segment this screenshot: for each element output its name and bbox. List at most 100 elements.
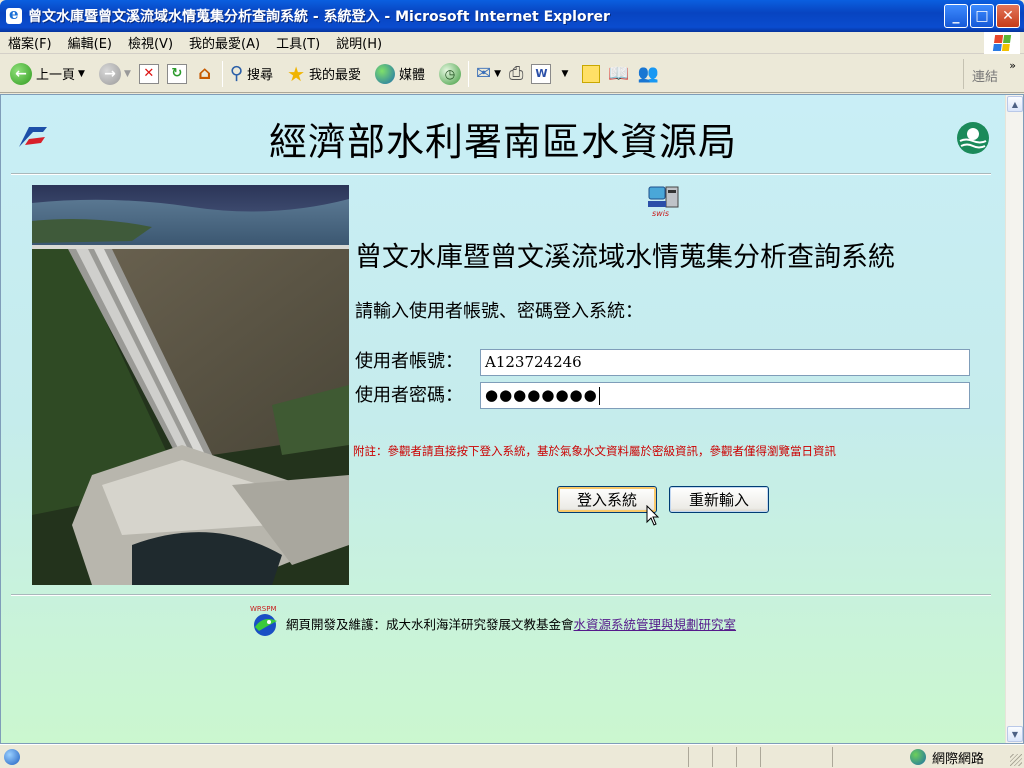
swis-caption: swis <box>652 209 669 218</box>
messenger-button[interactable]: 👥 <box>634 58 663 90</box>
toolbar-separator <box>221 60 223 87</box>
status-bar: 網際網路 <box>0 744 1024 768</box>
footer: WRSPM 網頁開發及維護：成大水利海洋研究發展文教基金會水資源系統管理與規劃研… <box>249 603 736 637</box>
menu-bar: 檔案(F) 編輯(E) 檢視(V) 我的最愛(A) 工具(T) 說明(H) <box>0 32 1024 54</box>
web-page: 經濟部水利署南區水資源局 swis 曾文水庫暨曾文溪流域水情蒐集分析查詢系統 請… <box>1 95 1005 743</box>
system-title: 曾文水庫暨曾文溪流域水情蒐集分析查詢系統 <box>355 242 895 273</box>
links-separator <box>963 59 964 89</box>
mail-icon: ✉ <box>476 63 492 84</box>
password-value: ●●●●●●●● <box>485 386 598 404</box>
menu-help[interactable]: 說明(H) <box>328 33 390 52</box>
header-divider <box>11 173 991 175</box>
status-panel-divider <box>688 747 689 767</box>
menu-file[interactable]: 檔案(F) <box>0 33 60 52</box>
back-label: 上一頁 <box>36 68 76 83</box>
scroll-down-icon[interactable]: ▼ <box>1007 726 1023 742</box>
login-button[interactable]: 登入系統 <box>557 486 657 513</box>
favorites-label: 我的最愛 <box>309 68 362 83</box>
lab-link[interactable]: 水資源系統管理與規劃研究室 <box>574 617 737 632</box>
history-button[interactable]: ◷ <box>435 58 465 90</box>
forward-button[interactable]: → ▼ <box>95 58 135 90</box>
history-icon: ◷ <box>439 62 462 85</box>
back-dropdown-icon[interactable]: ▼ <box>78 69 85 79</box>
vertical-scrollbar[interactable]: ▲ ▼ <box>1005 95 1023 743</box>
status-panel-divider <box>712 747 713 767</box>
browser-viewport: 經濟部水利署南區水資源局 swis 曾文水庫暨曾文溪流域水情蒐集分析查詢系統 請… <box>0 94 1024 744</box>
windows-logo-icon <box>984 32 1020 54</box>
media-label: 媒體 <box>399 68 426 83</box>
window-controls: _ □ ✕ <box>944 4 1020 28</box>
home-button[interactable]: ⌂ <box>191 58 219 90</box>
links-label[interactable]: 連結 <box>972 66 998 85</box>
links-chevron-icon[interactable]: » <box>1009 59 1016 72</box>
password-label: 使用者密碼： <box>355 385 463 406</box>
org-title: 經濟部水利署南區水資源局 <box>268 120 737 164</box>
window-title-bar[interactable]: 曾文水庫暨曾文溪流域水情蒐集分析查詢系統 - 系統登入 - Microsoft … <box>0 0 1024 32</box>
minimize-button[interactable]: _ <box>944 4 968 28</box>
word-icon: W <box>531 63 552 84</box>
status-panel-divider <box>832 747 833 767</box>
favorites-button[interactable]: ★ 我的最愛 <box>283 58 365 90</box>
research-button[interactable]: 📖 <box>604 58 633 90</box>
visitor-note: 附註：參觀者請直接按下登入系統，基於氣象水文資料屬於密級資訊，參觀者僅得瀏覽當日… <box>353 444 836 458</box>
close-button[interactable]: ✕ <box>996 4 1020 28</box>
menu-edit[interactable]: 編輯(E) <box>60 33 120 52</box>
login-instruction: 請輸入使用者帳號、密碼登入系統： <box>355 301 643 322</box>
research-icon: 📖 <box>608 63 630 84</box>
status-panel-divider <box>736 747 737 767</box>
print-button[interactable]: ⎙ <box>505 58 527 90</box>
window-title: 曾文水庫暨曾文溪流域水情蒐集分析查詢系統 - 系統登入 - Microsoft … <box>28 9 610 25</box>
scroll-up-icon[interactable]: ▲ <box>1007 96 1023 112</box>
back-button[interactable]: ← 上一頁 ▼ <box>6 58 89 90</box>
dam-photo <box>32 185 349 585</box>
mail-dropdown-icon[interactable]: ▼ <box>494 69 501 79</box>
menu-tools[interactable]: 工具(T) <box>268 33 328 52</box>
mouse-pointer-icon <box>646 505 660 526</box>
media-globe-icon <box>375 63 396 84</box>
printer-icon: ⎙ <box>509 63 524 84</box>
messenger-icon: 👥 <box>637 63 659 84</box>
username-value: A123724246 <box>485 353 582 371</box>
mail-button[interactable]: ✉ ▼ <box>472 58 505 90</box>
reset-button[interactable]: 重新輸入 <box>669 486 769 513</box>
menu-favorites[interactable]: 我的最愛(A) <box>181 33 268 52</box>
footer-maintainer: 網頁開發及維護：成大水利海洋研究發展文教基金會 <box>286 617 574 632</box>
search-label: 搜尋 <box>247 68 274 83</box>
maximize-button[interactable]: □ <box>970 4 994 28</box>
toolbar: ← 上一頁 ▼ → ▼ ✕ ↻ ⌂ ⚲ 搜尋 ★ 我的最愛 媒體 ◷ ✉ ▼ ⎙… <box>0 55 1024 93</box>
discuss-button[interactable] <box>578 58 604 90</box>
note-icon <box>582 64 601 83</box>
media-button[interactable]: 媒體 <box>371 58 429 90</box>
ie-icon <box>6 5 22 24</box>
footer-divider <box>11 594 991 596</box>
swis-computer-icon: swis <box>648 186 679 218</box>
forward-arrow-icon: → <box>98 62 121 85</box>
star-icon: ★ <box>287 61 305 86</box>
security-zone[interactable]: 網際網路 <box>909 747 984 767</box>
username-label: 使用者帳號： <box>355 351 463 372</box>
stop-button[interactable]: ✕ <box>135 58 163 90</box>
zone-label: 網際網路 <box>931 751 984 767</box>
toolbar-separator <box>468 60 470 87</box>
menu-view[interactable]: 檢視(V) <box>120 33 181 52</box>
search-button[interactable]: ⚲ 搜尋 <box>226 58 277 90</box>
internet-globe-icon <box>909 749 926 765</box>
page-status-icon <box>4 748 20 765</box>
edit-dropdown-icon[interactable]: ▼ <box>561 69 568 79</box>
password-input[interactable]: ●●●●●●●● <box>480 382 970 409</box>
refresh-button[interactable]: ↻ <box>163 58 191 90</box>
wrspm-caption: WRSPM <box>250 605 277 613</box>
back-arrow-icon: ← <box>10 62 32 85</box>
footer-text: 網頁開發及維護：成大水利海洋研究發展文教基金會水資源系統管理與規劃研究室 <box>286 614 736 633</box>
stop-icon: ✕ <box>138 63 159 84</box>
edit-button[interactable]: W ▼ <box>527 58 572 90</box>
username-input[interactable]: A123724246 <box>480 349 970 376</box>
home-icon: ⌂ <box>198 63 212 84</box>
forward-dropdown-icon[interactable]: ▼ <box>124 69 131 79</box>
refresh-icon: ↻ <box>166 63 187 84</box>
status-panel-divider <box>760 747 761 767</box>
resize-grip[interactable] <box>1010 754 1022 766</box>
search-icon: ⚲ <box>229 63 244 84</box>
text-caret <box>598 386 600 405</box>
wrspm-logo-icon: WRSPM <box>250 605 277 636</box>
